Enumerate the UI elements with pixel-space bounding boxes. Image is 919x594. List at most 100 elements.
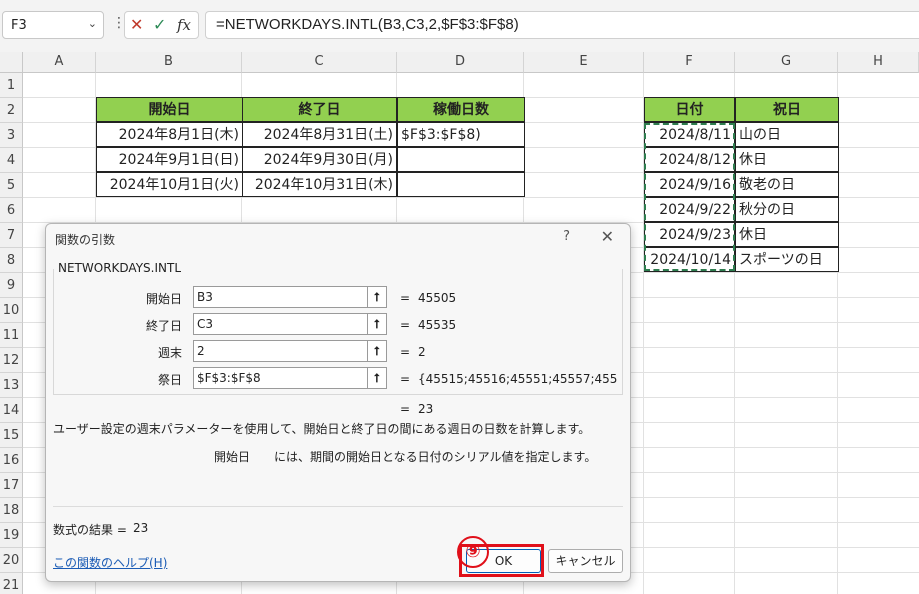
- row-header-17[interactable]: 17: [0, 473, 23, 498]
- collapse-dialog-icon[interactable]: ⭡: [367, 340, 387, 362]
- holiday-table-cell[interactable]: 2024/9/22: [644, 197, 735, 222]
- function-arguments-dialog: 関数の引数 ? ✕ NETWORKDAYS.INTL 開始日 B3 ⭡ = 45505 終…: [45, 223, 631, 582]
- column-header-h[interactable]: H: [838, 52, 919, 73]
- column-header-e[interactable]: E: [524, 52, 644, 73]
- row-header-14[interactable]: 14: [0, 398, 23, 423]
- work-table-cell[interactable]: 2024年9月30日(月): [242, 147, 397, 172]
- row-header-6[interactable]: 6: [0, 198, 23, 223]
- formula-input[interactable]: =NETWORKDAYS.INTL(B3,C3,2,$F$3:$F$8): [205, 11, 919, 39]
- formula-result-label: 数式の結果 =: [53, 523, 127, 537]
- row-header-18[interactable]: 18: [0, 498, 23, 523]
- holiday-table-cell[interactable]: 2024/9/23: [644, 222, 735, 247]
- chevron-down-icon[interactable]: ⌄: [88, 17, 97, 30]
- name-box[interactable]: F3 ⌄: [2, 11, 104, 39]
- holiday-table-cell[interactable]: 2024/10/14: [644, 247, 735, 272]
- arg-label: 祭日: [157, 373, 182, 387]
- formula-bar: F3 ⌄ ⋮ ✕ ✓ fx =NETWORKDAYS.INTL(B3,C3,2,…: [0, 0, 919, 52]
- column-header-c[interactable]: C: [242, 52, 397, 73]
- arg-evaluated-value: 45505: [418, 291, 457, 305]
- work-table-cell[interactable]: 2024年8月31日(土): [242, 122, 397, 147]
- collapse-dialog-icon[interactable]: ⭡: [367, 313, 387, 335]
- row-header-5[interactable]: 5: [0, 173, 23, 198]
- arg-label: 週末: [157, 346, 182, 360]
- function-help-link[interactable]: この関数のヘルプ(H): [53, 554, 167, 571]
- close-icon[interactable]: ✕: [601, 227, 614, 246]
- holiday-table-cell[interactable]: 敬老の日: [735, 172, 839, 197]
- cancel-x-icon[interactable]: ✕: [130, 15, 143, 34]
- row-header-12[interactable]: 12: [0, 348, 23, 373]
- step-number-badge: ⑨: [457, 536, 489, 568]
- holiday-table-cell[interactable]: 2024/8/11: [644, 122, 735, 147]
- formula-text: =NETWORKDAYS.INTL(B3,C3,2,$F$3:$F$8): [216, 16, 519, 33]
- arg-evaluated-value: 2: [418, 345, 426, 359]
- row-header-10[interactable]: 10: [0, 298, 23, 323]
- row-header-19[interactable]: 19: [0, 523, 23, 548]
- cancel-button[interactable]: キャンセル: [548, 549, 623, 573]
- arg-input[interactable]: B3: [193, 286, 387, 308]
- holiday-table-cell[interactable]: 山の日: [735, 122, 839, 147]
- holiday-table-cell[interactable]: 2024/8/12: [644, 147, 735, 172]
- arg-equals: =: [400, 345, 411, 359]
- row-header-15[interactable]: 15: [0, 423, 23, 448]
- holiday-table-cell[interactable]: スポーツの日: [735, 247, 839, 272]
- select-all-corner[interactable]: [0, 52, 23, 73]
- work-table-cell[interactable]: [397, 147, 525, 172]
- holiday-table-header[interactable]: 日付: [644, 97, 735, 122]
- row-header-20[interactable]: 20: [0, 548, 23, 573]
- work-table-cell[interactable]: 2024年10月1日(火): [96, 172, 243, 197]
- row-header-2[interactable]: 2: [0, 98, 23, 123]
- collapse-dialog-icon[interactable]: ⭡: [367, 286, 387, 308]
- function-description: ユーザー設定の週末パラメーターを使用して、開始日と終了日の間にある週日の日数を計…: [53, 422, 591, 436]
- column-header-d[interactable]: D: [397, 52, 524, 73]
- row-header-9[interactable]: 9: [0, 273, 23, 298]
- row-header-21[interactable]: 21: [0, 573, 23, 594]
- collapse-dialog-icon[interactable]: ⭡: [367, 367, 387, 389]
- arg-input[interactable]: C3: [193, 313, 387, 335]
- work-table-cell[interactable]: 2024年10月31日(木): [242, 172, 397, 197]
- holiday-table-cell[interactable]: 秋分の日: [735, 197, 839, 222]
- column-header-f[interactable]: F: [644, 52, 735, 73]
- row-header-4[interactable]: 4: [0, 148, 23, 173]
- dialog-divider: [53, 506, 623, 507]
- holiday-table-cell[interactable]: 休日: [735, 222, 839, 247]
- overall-equals: =: [400, 402, 411, 416]
- row-header-7[interactable]: 7: [0, 223, 23, 248]
- enter-check-icon[interactable]: ✓: [153, 15, 166, 34]
- column-header-a[interactable]: A: [23, 52, 96, 73]
- arg-help-name: 開始日: [214, 450, 251, 464]
- row-header-8[interactable]: 8: [0, 248, 23, 273]
- formula-result-value: 23: [133, 521, 149, 535]
- work-table-header[interactable]: 稼働日数: [397, 97, 525, 122]
- arg-input[interactable]: $F$3:$F$8: [193, 367, 387, 389]
- holiday-table-cell[interactable]: 2024/9/16: [644, 172, 735, 197]
- arg-input[interactable]: 2: [193, 340, 387, 362]
- arg-label: 開始日: [145, 292, 182, 306]
- formula-actions: ✕ ✓ fx: [124, 11, 199, 39]
- dialog-title: 関数の引数: [55, 233, 116, 247]
- function-name: NETWORKDAYS.INTL: [58, 261, 182, 275]
- row-header-1[interactable]: 1: [0, 73, 23, 98]
- row-header-13[interactable]: 13: [0, 373, 23, 398]
- work-table-cell[interactable]: [397, 172, 525, 197]
- holiday-table-cell[interactable]: 休日: [735, 147, 839, 172]
- arg-equals: =: [400, 318, 411, 332]
- work-table-cell[interactable]: $F$3:$F$8): [397, 122, 525, 147]
- arg-label: 終了日: [145, 319, 182, 333]
- work-table-header[interactable]: 開始日: [96, 97, 243, 122]
- insert-function-icon[interactable]: fx: [177, 16, 191, 34]
- help-icon[interactable]: ?: [563, 229, 570, 244]
- work-table-cell[interactable]: 2024年9月1日(日): [96, 147, 243, 172]
- row-header-3[interactable]: 3: [0, 123, 23, 148]
- name-box-value: F3: [11, 18, 27, 33]
- work-table-header[interactable]: 終了日: [242, 97, 397, 122]
- overall-value: 23: [418, 402, 434, 416]
- row-header-11[interactable]: 11: [0, 323, 23, 348]
- holiday-table-header[interactable]: 祝日: [735, 97, 839, 122]
- arg-equals: =: [400, 291, 411, 305]
- arg-equals: =: [400, 372, 411, 386]
- row-header-16[interactable]: 16: [0, 448, 23, 473]
- work-table-cell[interactable]: 2024年8月1日(木): [96, 122, 243, 147]
- column-header-g[interactable]: G: [735, 52, 838, 73]
- column-header-b[interactable]: B: [96, 52, 242, 73]
- arg-evaluated-value: {45515;45516;45551;45557;45558: [418, 372, 618, 386]
